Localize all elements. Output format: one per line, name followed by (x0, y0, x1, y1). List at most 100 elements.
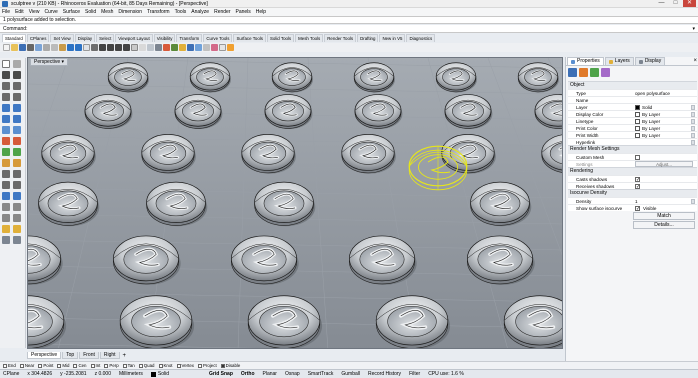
tab-perspective[interactable]: Perspective (27, 352, 62, 359)
gumball-toggle[interactable]: Gumball (341, 371, 360, 377)
tab-layers[interactable]: Layers (604, 57, 634, 65)
object-properties-icon[interactable] (568, 68, 577, 77)
osnap-disable-checkbox[interactable] (220, 363, 225, 368)
prop-row-density[interactable]: Density 1 (568, 197, 697, 204)
properties-icon[interactable] (195, 44, 202, 51)
receives-shadows-checkbox[interactable]: ✓ (635, 184, 640, 190)
tab-visibility[interactable]: Visibility (153, 34, 176, 42)
grid-snap-toggle[interactable]: Grid Snap (209, 371, 233, 377)
copy-icon[interactable] (51, 44, 58, 51)
chevron-down-icon[interactable]: ▾ (692, 26, 695, 32)
prop-row-print-color[interactable]: Print Color By Layer (568, 124, 697, 131)
osnap-mid[interactable]: Mid (57, 363, 69, 368)
layer-icon[interactable] (187, 44, 194, 51)
fillet-icon[interactable] (2, 170, 10, 178)
prop-row-print-width[interactable]: Print Width By Layer (568, 131, 697, 138)
osnap-tan-checkbox[interactable] (122, 363, 127, 368)
osnap-point[interactable]: Point (38, 363, 53, 368)
analyze-icon[interactable] (2, 236, 10, 244)
tab-drafting[interactable]: Drafting (357, 34, 379, 42)
menu-curve[interactable]: Curve (44, 8, 57, 16)
tab-front[interactable]: Front (79, 352, 99, 359)
prop-row-show-isocurve[interactable]: Show surface isocurve ✓ Visible (568, 204, 697, 212)
osnap-quad-checkbox[interactable] (138, 363, 143, 368)
menu-edit[interactable]: Edit (15, 8, 24, 16)
prop-row-custom-mesh[interactable]: Custom Mesh (568, 153, 697, 160)
rotate-icon[interactable] (2, 214, 10, 222)
lock-icon[interactable] (179, 44, 186, 51)
pan-icon[interactable] (83, 44, 90, 51)
close-button[interactable]: ✕ (683, 0, 696, 7)
scale-icon[interactable] (13, 214, 21, 222)
tab-standard[interactable]: Standard (2, 34, 26, 42)
prop-row-layer[interactable]: Layer Solid (568, 103, 697, 110)
osnap-tan[interactable]: Tan (122, 363, 135, 368)
texture-mapping-icon[interactable] (590, 68, 599, 77)
hide-icon[interactable] (171, 44, 178, 51)
curve-icon[interactable] (2, 82, 10, 90)
move-icon[interactable] (2, 203, 10, 211)
menu-panels[interactable]: Panels (236, 8, 251, 16)
boolean-difference-icon[interactable] (13, 137, 21, 145)
osnap-end-checkbox[interactable] (3, 363, 7, 368)
maximize-button[interactable]: □ (669, 0, 682, 7)
osnap-toggle[interactable]: Osnap (285, 371, 300, 377)
filter-toggle[interactable]: Filter (409, 371, 420, 377)
status-layer[interactable]: Solid (158, 371, 169, 377)
osnap-project-checkbox[interactable] (198, 363, 202, 368)
four-views-icon[interactable] (131, 44, 138, 51)
osnap-cen[interactable]: Cen (73, 363, 87, 368)
paste-icon[interactable] (59, 44, 66, 51)
ellipse-icon[interactable] (13, 93, 21, 101)
tab-diagnostics[interactable]: Diagnostics (406, 34, 436, 42)
copy-object-icon[interactable] (13, 203, 21, 211)
options-icon[interactable] (219, 44, 226, 51)
circle-icon[interactable] (13, 82, 21, 90)
loft-icon[interactable] (13, 115, 21, 123)
osnap-int-checkbox[interactable] (90, 363, 95, 368)
open-folder-icon[interactable] (11, 44, 18, 51)
new-file-icon[interactable] (3, 44, 10, 51)
prop-row-display-color[interactable]: Display Color By Layer (568, 110, 697, 117)
show-isocurve-checkbox[interactable]: ✓ (635, 206, 640, 212)
text-icon[interactable] (13, 159, 21, 167)
mirror-icon[interactable] (13, 225, 21, 233)
polyline-icon[interactable] (13, 71, 21, 79)
osnap-knot[interactable]: Knot (158, 363, 173, 368)
cut-icon[interactable] (43, 44, 50, 51)
menu-file[interactable]: File (2, 8, 10, 16)
osnap-perp-checkbox[interactable] (104, 363, 109, 368)
extrude-icon[interactable] (2, 126, 10, 134)
tab-solid-tools[interactable]: Solid Tools (266, 34, 295, 42)
tab-display[interactable]: Display (74, 34, 96, 42)
menu-transform[interactable]: Transform (147, 8, 170, 16)
control-points-icon[interactable] (13, 236, 21, 244)
zoom-icon[interactable] (99, 44, 106, 51)
arc-icon[interactable] (2, 93, 10, 101)
osnap-quad[interactable]: Quad (138, 363, 155, 368)
tab-surface-tools[interactable]: Surface Tools (233, 34, 266, 42)
osnap-disable[interactable]: Disable (220, 363, 240, 368)
adjust-button[interactable]: Adjust... (635, 161, 693, 167)
explode-icon[interactable] (2, 192, 10, 200)
osnap-icon[interactable] (203, 44, 210, 51)
help-icon[interactable] (227, 44, 234, 51)
redo-icon[interactable] (75, 44, 82, 51)
mesh-tools-icon[interactable] (13, 148, 21, 156)
select-icon[interactable] (163, 44, 170, 51)
undo-icon[interactable] (67, 44, 74, 51)
menu-help[interactable]: Help (256, 8, 266, 16)
menu-surface[interactable]: Surface (63, 8, 80, 16)
status-units[interactable]: Millimeters (119, 371, 143, 377)
shaded-icon[interactable] (147, 44, 154, 51)
menu-tools[interactable]: Tools (175, 8, 187, 16)
osnap-vertex[interactable]: Vertex (176, 363, 194, 368)
osnap-mid-checkbox[interactable] (57, 363, 62, 368)
point-icon[interactable] (13, 60, 21, 68)
tab-select[interactable]: Select (96, 34, 115, 42)
menu-mesh[interactable]: Mesh (101, 8, 113, 16)
polygon-icon[interactable] (13, 104, 21, 112)
material-icon[interactable] (579, 68, 588, 77)
osnap-point-checkbox[interactable] (38, 363, 43, 368)
array-icon[interactable] (2, 225, 10, 233)
